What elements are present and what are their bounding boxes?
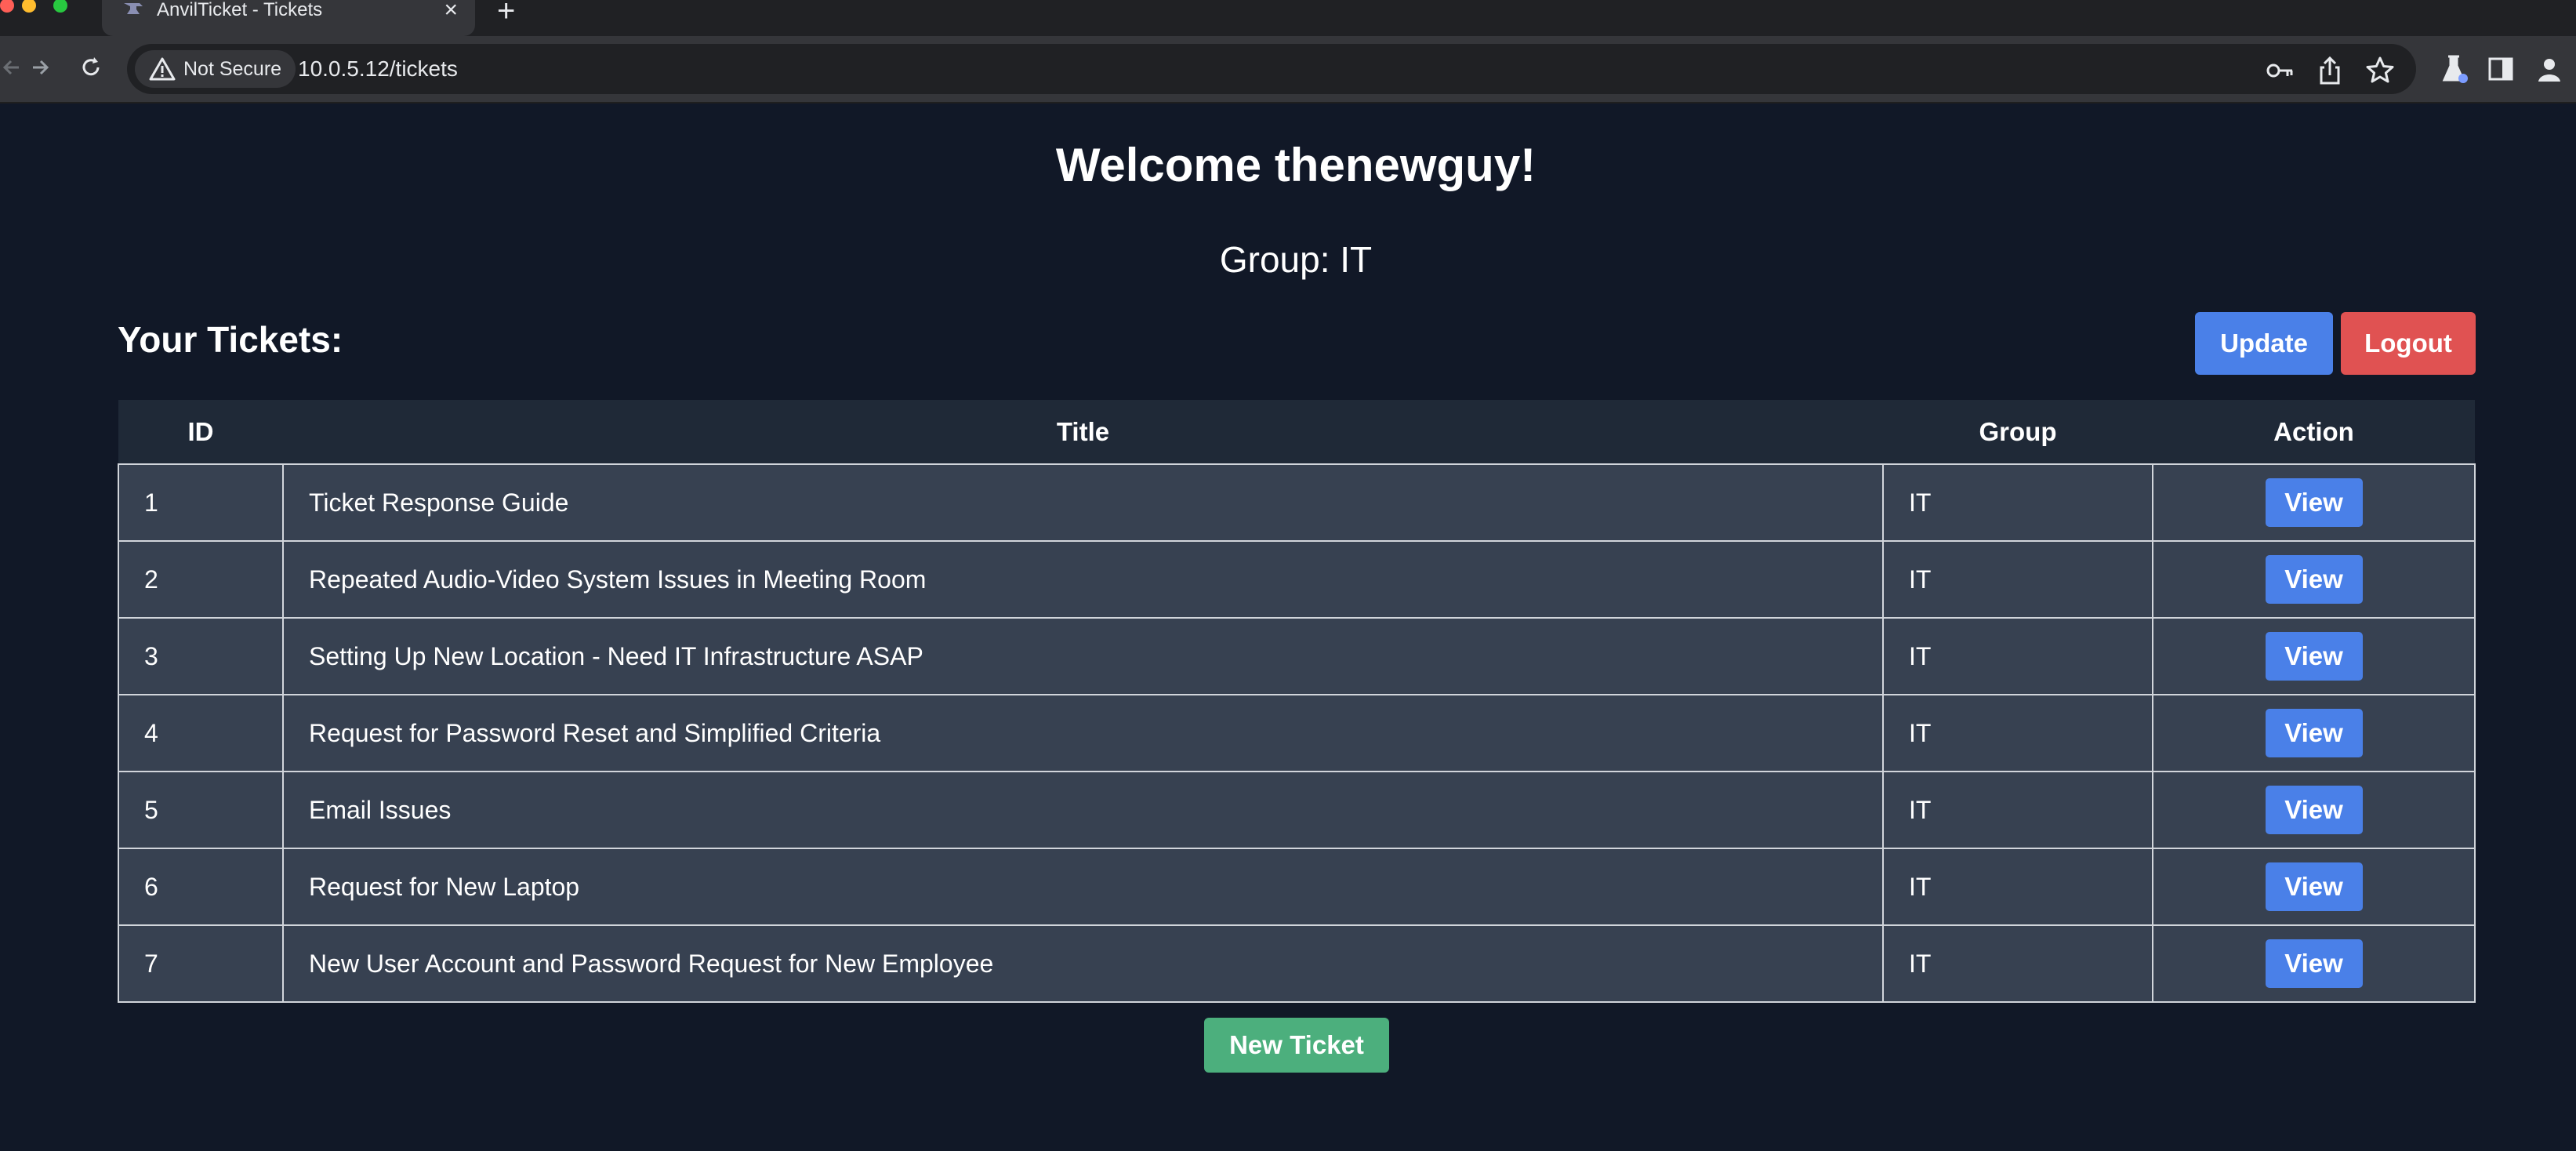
- ticket-group: IT: [1882, 694, 2153, 772]
- browser-toolbar: Not Secure 10.0.5.12/tickets: [0, 36, 2576, 103]
- security-chip-label: Not Secure: [183, 58, 282, 80]
- table-row: 1 Ticket Response Guide IT View: [118, 463, 2476, 542]
- sidebar-icon[interactable]: [2485, 53, 2516, 85]
- window-close-button[interactable]: [0, 0, 14, 13]
- ticket-group: IT: [1882, 771, 2153, 849]
- ticket-title: New User Account and Password Request fo…: [282, 924, 1884, 1003]
- star-icon[interactable]: [2364, 55, 2396, 86]
- profile-icon[interactable]: [2534, 53, 2565, 85]
- ticket-action-cell: View: [2152, 924, 2476, 1003]
- ticket-group: IT: [1882, 617, 2153, 695]
- plus-icon[interactable]: +: [497, 0, 515, 27]
- new-ticket-button[interactable]: New Ticket: [1204, 1018, 1389, 1073]
- table-row: 4 Request for Password Reset and Simplif…: [118, 694, 2476, 772]
- ticket-id: 4: [118, 694, 284, 772]
- window-zoom-button[interactable]: [53, 0, 67, 13]
- ticket-id: 7: [118, 924, 284, 1003]
- browser-tab-bar: AnvilTicket - Tickets × +: [0, 0, 2576, 36]
- ticket-title: Email Issues: [282, 771, 1884, 849]
- browser-tab-active[interactable]: AnvilTicket - Tickets ×: [102, 0, 475, 36]
- url-text[interactable]: 10.0.5.12/tickets: [298, 44, 458, 94]
- key-icon[interactable]: [2264, 55, 2295, 86]
- view-ticket-button[interactable]: View: [2265, 862, 2363, 911]
- ticket-title: Ticket Response Guide: [282, 463, 1884, 542]
- reload-icon[interactable]: [74, 50, 108, 85]
- forward-icon[interactable]: [24, 50, 58, 85]
- tickets-table: ID Title Group Action 1 Ticket Response …: [118, 400, 2476, 1003]
- table-row: 5 Email Issues IT View: [118, 771, 2476, 849]
- warning-icon: [149, 57, 176, 81]
- table-row: 7 New User Account and Password Request …: [118, 924, 2476, 1003]
- ticket-title: Request for New Laptop: [282, 848, 1884, 926]
- address-bar[interactable]: Not Secure 10.0.5.12/tickets: [127, 44, 2416, 94]
- view-ticket-button[interactable]: View: [2265, 632, 2363, 681]
- view-ticket-button[interactable]: View: [2265, 555, 2363, 604]
- ticket-title: Repeated Audio-Video System Issues in Me…: [282, 540, 1884, 619]
- ticket-action-cell: View: [2152, 463, 2476, 542]
- ticket-group: IT: [1882, 540, 2153, 619]
- ticket-title: Request for Password Reset and Simplifie…: [282, 694, 1884, 772]
- view-ticket-button[interactable]: View: [2265, 709, 2363, 757]
- view-ticket-button[interactable]: View: [2265, 939, 2363, 988]
- column-header-id: ID: [118, 400, 283, 464]
- table-row: 3 Setting Up New Location - Need IT Infr…: [118, 617, 2476, 695]
- ticket-group: IT: [1882, 924, 2153, 1003]
- column-header-group: Group: [1883, 400, 2153, 464]
- table-header-row: ID Title Group Action: [118, 400, 2475, 464]
- ticket-action-cell: View: [2152, 694, 2476, 772]
- ticket-id: 2: [118, 540, 284, 619]
- tickets-heading: Your Tickets:: [118, 319, 343, 360]
- ticket-action-cell: View: [2152, 540, 2476, 619]
- ticket-action-cell: View: [2152, 771, 2476, 849]
- table-row: 6 Request for New Laptop IT View: [118, 848, 2476, 926]
- column-header-action: Action: [2153, 400, 2475, 464]
- view-ticket-button[interactable]: View: [2265, 478, 2363, 527]
- close-icon[interactable]: ×: [444, 0, 458, 22]
- column-header-title: Title: [283, 400, 1883, 464]
- tab-title: AnvilTicket - Tickets: [157, 0, 323, 20]
- logout-button[interactable]: Logout: [2341, 312, 2476, 375]
- table-row: 2 Repeated Audio-Video System Issues in …: [118, 540, 2476, 619]
- view-ticket-button[interactable]: View: [2265, 786, 2363, 834]
- tickets-page: Welcome thenewguy! Group: IT Your Ticket…: [0, 105, 2576, 1151]
- anvil-icon: [124, 3, 143, 14]
- welcome-heading: Welcome thenewguy!: [1055, 139, 1537, 191]
- ticket-group: IT: [1882, 848, 2153, 926]
- ticket-action-cell: View: [2152, 617, 2476, 695]
- labs-icon[interactable]: [2438, 53, 2469, 85]
- ticket-id: 3: [118, 617, 284, 695]
- ticket-title: Setting Up New Location - Need IT Infras…: [282, 617, 1884, 695]
- update-button[interactable]: Update: [2195, 312, 2333, 375]
- ticket-id: 5: [118, 771, 284, 849]
- security-chip[interactable]: Not Secure: [135, 50, 296, 88]
- ticket-action-cell: View: [2152, 848, 2476, 926]
- ticket-id: 1: [118, 463, 284, 542]
- window-minimize-button[interactable]: [22, 0, 36, 13]
- ticket-group: IT: [1882, 463, 2153, 542]
- ticket-id: 6: [118, 848, 284, 926]
- group-label: Group: IT: [1219, 239, 1373, 280]
- share-icon[interactable]: [2314, 55, 2346, 86]
